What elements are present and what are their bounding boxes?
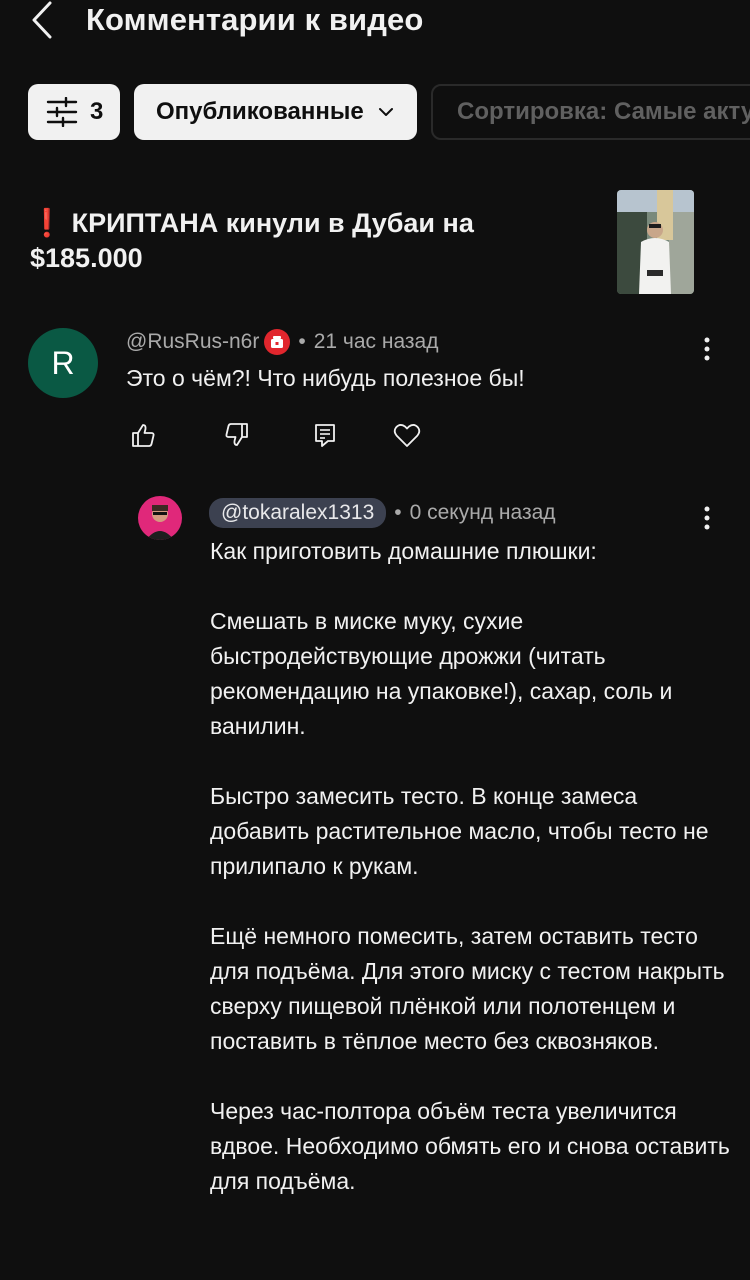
separator-dot: • [298, 330, 306, 353]
sliders-icon [46, 97, 78, 127]
chevron-down-icon [378, 107, 394, 117]
more-vertical-icon [704, 337, 710, 361]
status-dropdown[interactable]: Опубликованные [134, 84, 417, 140]
dislike-button[interactable] [220, 418, 254, 452]
comment-more-button[interactable] [692, 329, 722, 369]
page-title: Комментарии к видео [86, 2, 424, 37]
heart-icon [393, 424, 421, 447]
title-marker: ❗ [30, 208, 64, 238]
back-button[interactable] [22, 0, 62, 40]
filter-count: 3 [90, 98, 104, 125]
separator-dot: • [394, 501, 402, 524]
like-button[interactable] [126, 418, 160, 452]
video-thumbnail[interactable] [617, 190, 694, 294]
reply-avatar[interactable] [138, 496, 182, 540]
comment-text: Это о чём?! Что нибудь полезное бы! [126, 365, 525, 391]
more-vertical-icon [704, 506, 710, 530]
video-title[interactable]: ❗ КРИПТАНА кинули в Дубаи на $185.000 [30, 206, 590, 276]
reply-paragraph: Как приготовить домашние плюшки: [210, 538, 597, 564]
sort-dropdown[interactable]: Сортировка: Самые актуальные [431, 84, 750, 140]
reply-icon [315, 424, 335, 447]
thumbs-down-icon [225, 423, 248, 446]
filter-button[interactable]: 3 [28, 84, 120, 140]
reply-paragraph: Ещё немного помесить, затем оставить тес… [210, 923, 725, 1054]
filter-bar: 3 Опубликованные Сортировка: Самые актуа… [0, 84, 750, 142]
reply-paragraph: Через час-полтора объём теста увеличится… [210, 1098, 730, 1194]
comment-time: 21 час назад [313, 330, 439, 353]
heart-button[interactable] [390, 418, 424, 452]
reply-text: Как приготовить домашние плюшки: Смешать… [210, 534, 730, 1199]
reply-more-button[interactable] [692, 498, 722, 538]
chevron-left-icon [32, 1, 52, 39]
reply-paragraph: Смешать в миске муку, сухие быстродейств… [210, 608, 673, 739]
status-dropdown-label: Опубликованные [156, 98, 364, 125]
sort-dropdown-label: Сортировка: Самые актуальные [457, 98, 750, 125]
reply-author[interactable]: @tokaralex1313 [209, 498, 387, 528]
reply-meta: @tokaralex1313 • 0 секунд назад [209, 498, 556, 528]
video-title-text: КРИПТАНА кинули в Дубаи на $185.000 [30, 208, 474, 273]
header: Комментарии к видео [0, 0, 750, 44]
avatar-letter: R [51, 344, 75, 381]
reply-button[interactable] [308, 418, 342, 452]
comment-meta: @RusRus-n6r • 21 час назад [126, 326, 438, 358]
reply-time: 0 секунд назад [409, 501, 556, 524]
thumbs-up-icon [132, 424, 155, 447]
member-badge-icon [264, 329, 291, 355]
reply-paragraph: Быстро замесить тесто. В конце замеса до… [210, 783, 709, 879]
avatar[interactable]: R [28, 328, 98, 398]
comment-author[interactable]: @RusRus-n6r [126, 330, 259, 354]
